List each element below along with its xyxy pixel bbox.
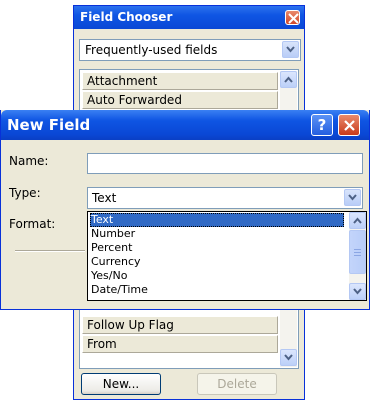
type-option[interactable]: Yes/No	[90, 269, 344, 283]
dialog-separator	[15, 250, 85, 252]
field-list-item[interactable]: Follow Up Flag	[82, 316, 278, 334]
help-icon: ?	[317, 116, 327, 134]
new-field-close-button[interactable]	[338, 114, 360, 136]
type-option[interactable]: Percent	[90, 241, 344, 255]
name-input[interactable]	[87, 153, 363, 174]
field-category-dropdown[interactable]: Frequently-used fields	[79, 39, 301, 61]
field-list-item[interactable]: Auto Forwarded	[82, 91, 278, 109]
field-list-item[interactable]: From	[82, 335, 278, 353]
name-label: Name:	[9, 154, 49, 168]
type-label: Type:	[9, 186, 41, 200]
type-dropdown[interactable]: Text	[87, 187, 363, 209]
scroll-up-button[interactable]	[349, 212, 366, 229]
field-list-item[interactable]: Attachment	[82, 72, 278, 90]
type-option[interactable]: Currency	[90, 255, 344, 269]
scroll-grip	[354, 249, 361, 250]
type-option[interactable]: Text	[90, 213, 344, 227]
scroll-grip	[354, 252, 361, 253]
type-options-scrollbar[interactable]	[349, 212, 366, 300]
scroll-up-button[interactable]	[280, 71, 297, 88]
type-option[interactable]: Number	[90, 227, 344, 241]
field-chooser-close-button[interactable]	[285, 10, 300, 25]
help-button[interactable]: ?	[311, 114, 333, 136]
type-dropdown-button[interactable]	[344, 189, 361, 206]
field-chooser-title: Field Chooser	[74, 6, 304, 29]
scroll-down-button[interactable]	[349, 283, 366, 300]
new-field-button[interactable]: New...	[81, 373, 161, 395]
type-options-list[interactable]: Text Number Percent Currency Yes/No Date…	[87, 211, 367, 301]
format-label: Format:	[9, 217, 56, 231]
scroll-down-button[interactable]	[280, 349, 297, 366]
field-category-dropdown-button[interactable]	[282, 41, 299, 58]
scroll-grip	[354, 255, 361, 256]
scroll-thumb[interactable]	[349, 230, 366, 274]
delete-field-button[interactable]: Delete	[197, 373, 277, 395]
new-field-dialog: New Field ? Name: Type: Text Format: Tex…	[0, 110, 370, 310]
type-option[interactable]: Date/Time	[90, 283, 344, 297]
type-dropdown-value: Text	[92, 191, 117, 205]
field-category-value: Frequently-used fields	[85, 43, 218, 57]
